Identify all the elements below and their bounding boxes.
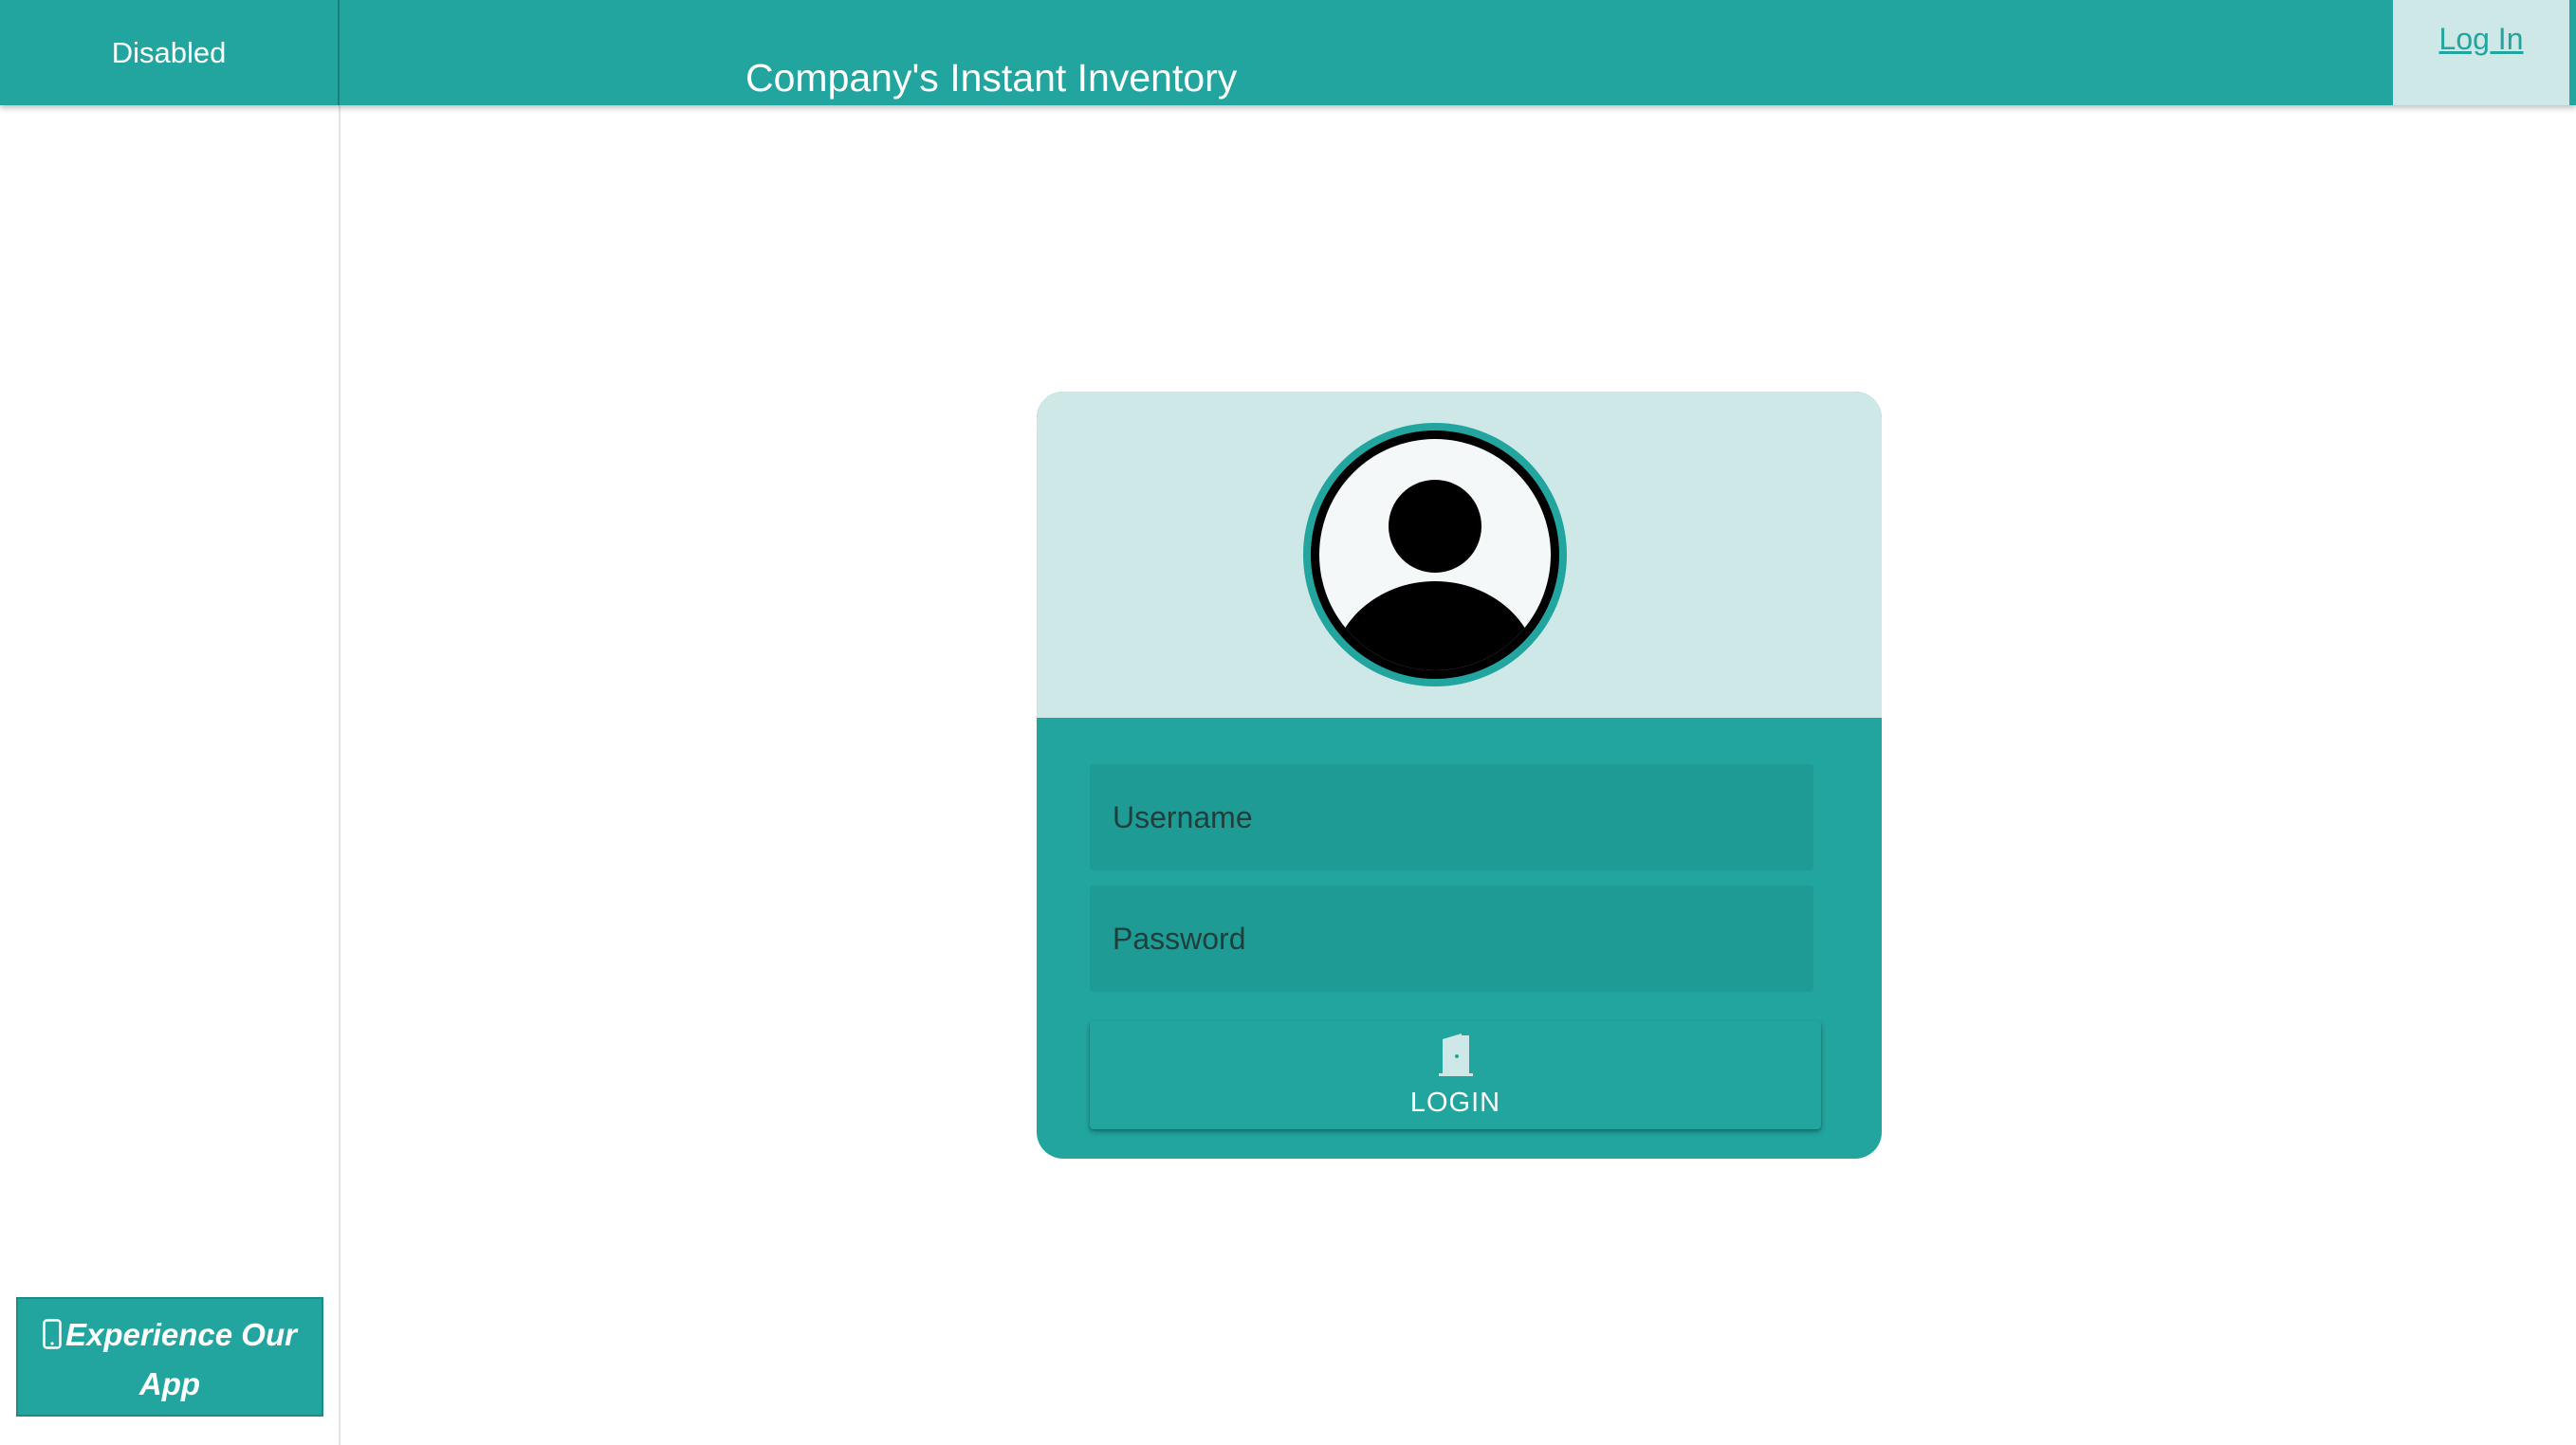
top-bar: Disabled Company's Instant Inventory Log… — [0, 0, 2576, 105]
login-card-header — [1037, 392, 1882, 718]
login-link-container: Log In — [2393, 0, 2569, 105]
status-label: Disabled — [0, 0, 340, 105]
mobile-phone-icon — [43, 1316, 62, 1362]
login-button-label: LOGIN — [1409, 1088, 1501, 1118]
experience-app-label: Experience Our App — [65, 1317, 297, 1401]
experience-app-button[interactable]: Experience Our App — [16, 1297, 323, 1417]
app-title: Company's Instant Inventory — [745, 56, 1238, 100]
door-open-icon — [1437, 1032, 1475, 1082]
password-field[interactable] — [1090, 886, 1813, 992]
login-link[interactable]: Log In — [2439, 19, 2524, 105]
login-card: LOGIN — [1037, 392, 1882, 1159]
sidebar: Experience Our App — [0, 105, 340, 1445]
username-field[interactable] — [1090, 764, 1813, 870]
user-avatar-icon — [1302, 422, 1568, 687]
topbar-edge — [2569, 0, 2576, 105]
login-button[interactable]: LOGIN — [1090, 1021, 1821, 1129]
